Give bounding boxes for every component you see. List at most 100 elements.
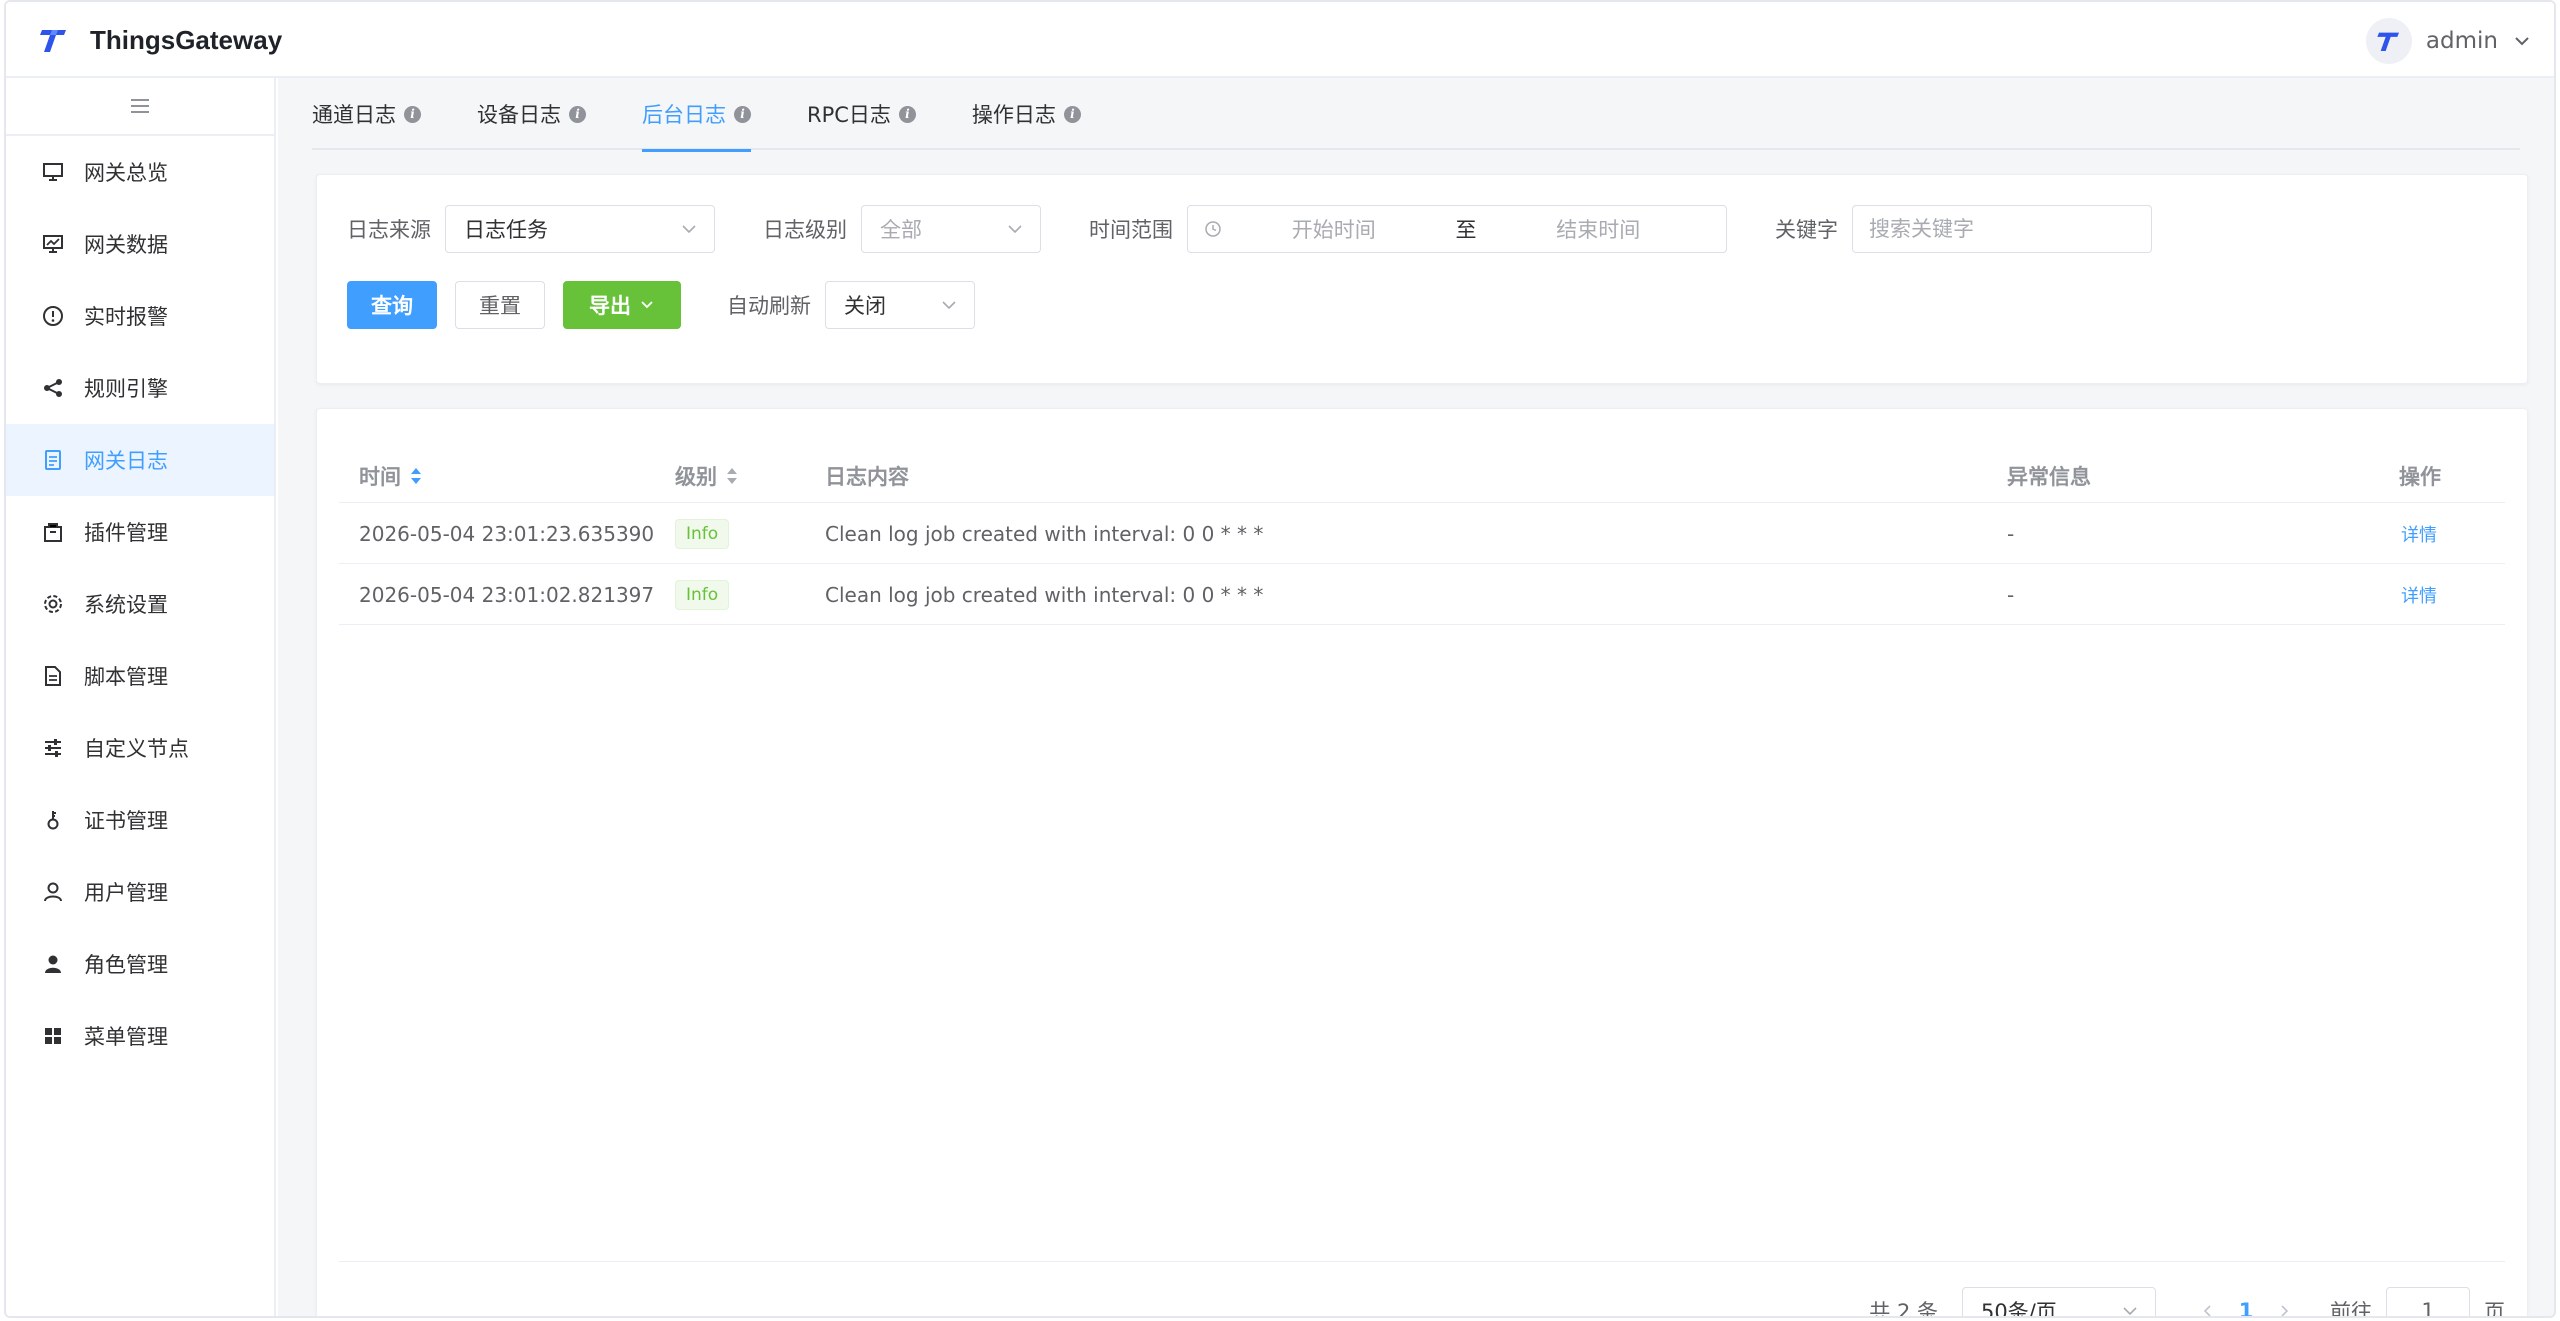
log-level-value: 全部: [880, 218, 922, 242]
sidebar-item-custom-nodes[interactable]: 自定义节点: [6, 712, 274, 784]
share-icon: [44, 379, 62, 397]
auto-refresh-label: 自动刷新: [727, 294, 811, 318]
sliders-icon: [45, 739, 61, 757]
sort-icon: [727, 467, 737, 484]
sidebar-item-data[interactable]: 网关数据: [6, 208, 274, 280]
sort-icon: [411, 467, 421, 484]
table-header: 时间 级别 日志内容 异常信息 操作: [339, 449, 2505, 503]
sidebar-item-gateway-log[interactable]: 网关日志: [6, 424, 274, 496]
query-button[interactable]: 查询: [347, 281, 437, 329]
chevron-down-icon: [2123, 1307, 2137, 1316]
chevron-down-icon: [641, 301, 653, 309]
sidebar-item-settings[interactable]: 系统设置: [6, 568, 274, 640]
column-label: 级别: [675, 464, 717, 489]
sidebar-item-menus[interactable]: 菜单管理: [6, 1000, 274, 1072]
filter-panel: 日志来源 日志任务 日志级别 全部 时间范围 开始时间 至 结束时间 关键字 搜…: [316, 174, 2528, 384]
sidebar-item-users[interactable]: 用户管理: [6, 856, 274, 928]
table-row: 2026-05-04 23:01:23.635390 Info Clean lo…: [339, 504, 2505, 564]
detail-link[interactable]: 详情: [2401, 582, 2437, 608]
user-menu[interactable]: admin: [2365, 17, 2532, 65]
time-range-label: 时间范围: [1089, 218, 1173, 242]
column-header-time[interactable]: 时间: [359, 461, 423, 491]
clock-icon: [1205, 221, 1221, 237]
info-icon: i: [1063, 105, 1081, 123]
sidebar-item-roles[interactable]: 角色管理: [6, 928, 274, 1000]
column-header-level[interactable]: 级别: [675, 461, 739, 491]
tab-rpc-log[interactable]: RPC日志 i: [807, 78, 972, 150]
tab-operation-log[interactable]: 操作日志 i: [972, 78, 1137, 150]
goto-page-input[interactable]: [2386, 1287, 2470, 1316]
auto-refresh-select[interactable]: 关闭: [825, 281, 975, 329]
reset-button[interactable]: 重置: [455, 281, 545, 329]
info-icon: i: [898, 105, 916, 123]
monitor-icon: [43, 163, 63, 181]
action-row: 查询 重置 导出 自动刷新 关闭: [347, 281, 975, 329]
next-page-button[interactable]: [2268, 1295, 2300, 1316]
page-number-current[interactable]: 1: [2224, 1299, 2268, 1316]
username: admin: [2425, 28, 2498, 54]
sidebar-item-plugins[interactable]: 插件管理: [6, 496, 274, 568]
log-source-label: 日志来源: [347, 218, 431, 242]
column-label: 异常信息: [2007, 464, 2091, 489]
package-icon: [44, 523, 62, 542]
sidebar-item-label: 角色管理: [84, 953, 168, 977]
log-source-select[interactable]: 日志任务: [445, 205, 715, 253]
cell-content: Clean log job created with interval: 0 0…: [825, 583, 1264, 607]
range-separator: 至: [1455, 218, 1477, 242]
prev-page-button[interactable]: [2192, 1295, 2224, 1316]
export-button[interactable]: 导出: [563, 281, 681, 329]
cell-time: 2026-05-04 23:01:23.635390: [359, 522, 655, 546]
sidebar-item-label: 系统设置: [84, 593, 168, 617]
tab-label: RPC日志: [807, 103, 891, 127]
cell-exception: -: [2007, 522, 2015, 546]
chevron-down-icon: [1008, 225, 1022, 234]
time-range-picker[interactable]: 开始时间 至 结束时间: [1187, 205, 1727, 253]
tab-device-log[interactable]: 设备日志 i: [477, 78, 642, 150]
avatar-logo-icon: [2377, 32, 2399, 51]
sidebar-item-label: 插件管理: [84, 521, 168, 545]
sidebar-item-label: 菜单管理: [84, 1025, 168, 1049]
total-count: 共 2 条: [1869, 1300, 1938, 1318]
sidebar-item-label: 用户管理: [84, 881, 168, 905]
chevron-down-icon: [942, 301, 956, 310]
sidebar-item-alarm[interactable]: 实时报警: [6, 280, 274, 352]
info-icon: i: [734, 105, 751, 123]
chart-monitor-icon: [43, 235, 63, 253]
column-label: 日志内容: [825, 464, 909, 489]
log-level-select[interactable]: 全部: [861, 205, 1041, 253]
sidebar: 网关总览 网关数据 实时报警 规则引擎 网关日志 插件管理 系统设置 脚本管理 …: [6, 78, 276, 1316]
level-tag: Info: [675, 580, 730, 610]
chevron-left-icon: [2203, 1305, 2211, 1316]
sidebar-item-scripts[interactable]: 脚本管理: [6, 640, 274, 712]
cell-time: 2026-05-04 23:01:02.821397: [359, 583, 655, 607]
chevron-right-icon: [2281, 1305, 2289, 1316]
cell-exception: -: [2007, 583, 2015, 607]
column-label: 操作: [2399, 464, 2441, 489]
info-icon: i: [404, 105, 421, 123]
pagination: 共 2 条 50条/页 1 前往 页: [1869, 1287, 2505, 1318]
sidebar-item-label: 网关日志: [84, 449, 168, 473]
sidebar-collapse-button[interactable]: [6, 78, 274, 136]
export-label: 导出: [589, 294, 631, 318]
detail-link[interactable]: 详情: [2401, 521, 2437, 547]
sidebar-item-certificates[interactable]: 证书管理: [6, 784, 274, 856]
sidebar-item-rules[interactable]: 规则引擎: [6, 352, 274, 424]
tab-channel-log[interactable]: 通道日志 i: [312, 78, 477, 150]
page-size-select[interactable]: 50条/页: [1962, 1287, 2156, 1318]
sidebar-item-overview[interactable]: 网关总览: [6, 136, 274, 208]
page-size-value: 50条/页: [1981, 1300, 2057, 1318]
sidebar-item-label: 规则引擎: [84, 377, 168, 401]
logo-icon: [40, 30, 66, 52]
log-source-value: 日志任务: [464, 218, 548, 242]
sidebar-item-label: 证书管理: [84, 809, 168, 833]
sidebar-item-label: 脚本管理: [84, 665, 168, 689]
sidebar-item-label: 实时报警: [84, 305, 168, 329]
log-level-label: 日志级别: [763, 218, 847, 242]
keyword-input[interactable]: [1852, 205, 2152, 253]
chevron-down-icon: [682, 225, 696, 234]
tab-backend-log[interactable]: 后台日志 i: [642, 78, 807, 152]
user-icon: [44, 882, 62, 902]
column-header-content: 日志内容: [825, 461, 909, 491]
tab-label: 通道日志: [312, 103, 396, 127]
user-filled-icon: [45, 955, 61, 973]
